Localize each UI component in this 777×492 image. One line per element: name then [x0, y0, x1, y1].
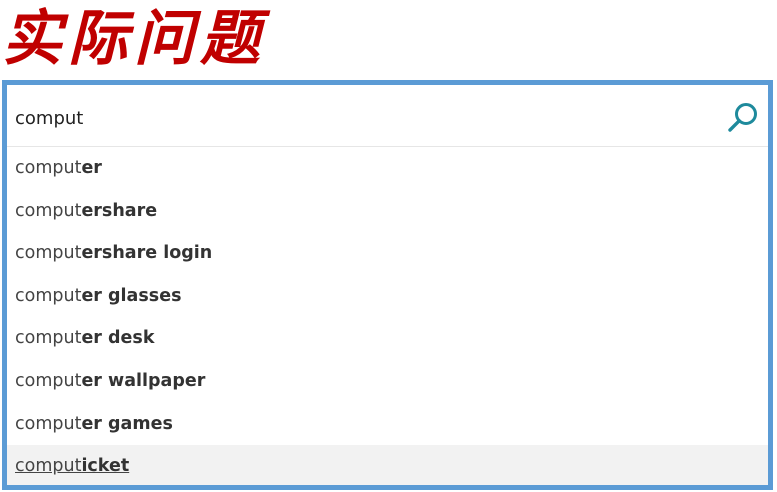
suggestion-label: computer desk	[15, 328, 155, 349]
suggestion-label: computer wallpaper	[15, 370, 206, 391]
suggestion-item[interactable]: computer games	[7, 403, 768, 446]
suggestion-list: computer computershare computershare log…	[7, 147, 768, 485]
search-button[interactable]	[724, 99, 762, 137]
suggestion-item-highlighted[interactable]: computicket	[7, 445, 768, 485]
page-title: 实际问题	[2, 4, 266, 74]
suggestion-item[interactable]: computer wallpaper	[7, 360, 768, 403]
suggestion-item[interactable]: computershare	[7, 190, 768, 233]
search-panel: computer computershare computershare log…	[2, 80, 773, 490]
suggestion-item[interactable]: computer desk	[7, 317, 768, 360]
suggestion-label: computer	[15, 158, 102, 178]
search-bar	[7, 85, 768, 147]
suggestion-item[interactable]: computer glasses	[7, 275, 768, 318]
suggestion-item[interactable]: computer	[7, 147, 768, 190]
search-input[interactable]	[7, 85, 707, 146]
suggestion-label: computicket	[15, 456, 130, 477]
suggestion-label: computershare	[15, 200, 158, 221]
suggestion-label: computershare login	[15, 243, 213, 264]
suggestion-item[interactable]: computershare login	[7, 232, 768, 275]
suggestion-label: computer games	[15, 413, 173, 434]
suggestion-label: computer glasses	[15, 285, 182, 306]
search-icon	[728, 103, 757, 132]
